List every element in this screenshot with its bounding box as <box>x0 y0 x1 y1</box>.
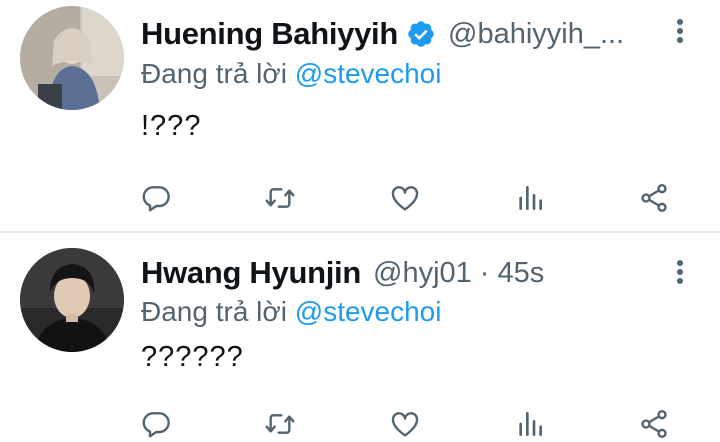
display-name[interactable]: Huening Bahiyyih <box>141 16 398 52</box>
reply-icon <box>142 186 170 212</box>
reply-icon <box>142 412 170 438</box>
retweet-button[interactable] <box>260 404 300 442</box>
more-options-icon[interactable] <box>668 13 692 49</box>
timestamp[interactable]: 45s <box>497 257 544 290</box>
more-options-icon[interactable] <box>668 254 692 290</box>
avatar[interactable] <box>20 248 124 352</box>
mention-link[interactable]: @stevechoi <box>295 296 442 327</box>
mention-link[interactable]: @stevechoi <box>295 58 442 89</box>
replying-prefix: Đang trả lời <box>141 58 287 89</box>
retweet-button[interactable] <box>260 178 300 218</box>
tweet[interactable]: Huening Bahiyyih @bahiyyih_... Đang trả … <box>0 0 720 232</box>
reply-button[interactable] <box>136 404 176 442</box>
replying-prefix: Đang trả lời <box>141 296 287 327</box>
handle[interactable]: @hyj01 <box>373 257 472 290</box>
action-bar <box>0 178 720 218</box>
tweet-feed: Huening Bahiyyih @bahiyyih_... Đang trả … <box>0 0 720 442</box>
replying-to-line: Đang trả lời @stevechoi <box>141 296 441 328</box>
stats-icon <box>519 412 542 436</box>
like-icon <box>391 186 419 211</box>
profile-photo-icon <box>20 6 124 110</box>
share-icon <box>641 184 667 212</box>
tweet-text: ?????? <box>141 341 244 373</box>
avatar[interactable] <box>20 6 124 110</box>
stats-icon <box>519 186 542 210</box>
display-name[interactable]: Hwang Hyunjin <box>141 255 361 291</box>
separator: · <box>479 256 490 289</box>
profile-photo-icon <box>20 248 124 352</box>
share-button[interactable] <box>634 404 674 442</box>
tweet[interactable]: Hwang Hyunjin @hyj01 · 45s Đang trả lời … <box>0 233 720 442</box>
share-icon <box>641 410 667 438</box>
stats-button[interactable] <box>510 178 550 218</box>
handle[interactable]: @bahiyyih_... <box>448 18 624 51</box>
tweet-text: !??? <box>141 110 202 142</box>
reply-button[interactable] <box>136 178 176 218</box>
tweet-header: Huening Bahiyyih @bahiyyih_... <box>141 14 660 54</box>
retweet-icon <box>265 188 295 208</box>
like-button[interactable] <box>385 404 425 442</box>
tweet-header: Hwang Hyunjin @hyj01 · 45s <box>141 253 660 293</box>
retweet-icon <box>265 414 295 434</box>
verified-badge-icon <box>408 21 434 47</box>
like-icon <box>391 412 419 437</box>
action-bar <box>0 404 720 442</box>
like-button[interactable] <box>385 178 425 218</box>
replying-to-line: Đang trả lời @stevechoi <box>141 58 441 90</box>
stats-button[interactable] <box>510 404 550 442</box>
share-button[interactable] <box>634 178 674 218</box>
